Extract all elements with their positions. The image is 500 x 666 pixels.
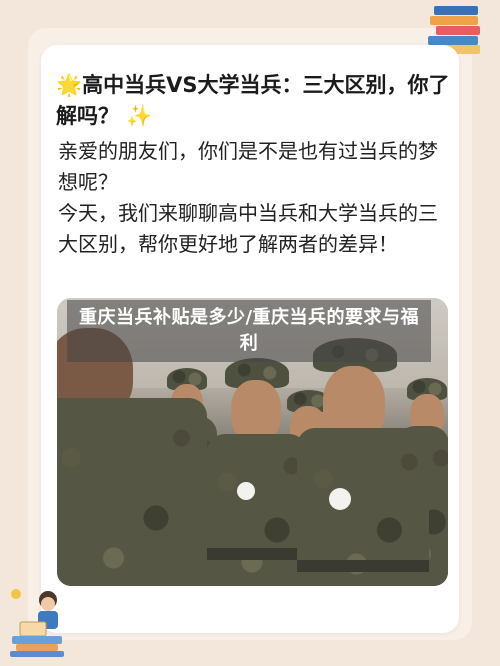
headline: 🌟高中当兵VS大学当兵：三大区别，你了解吗？ ✨ (56, 70, 451, 132)
headline-text: 高中当兵VS大学当兵：三大区别，你了解吗？ (56, 73, 450, 128)
body-text: 亲爱的朋友们，你们是不是也有过当兵的梦想呢？ 今天，我们来聊聊高中当兵和大学当兵… (58, 136, 450, 260)
sparkle-icon: ✨ (126, 104, 153, 128)
paragraph: 今天，我们来聊聊高中当兵和大学当兵的三大区别，帮你更好地了解两者的差异！ (58, 201, 438, 256)
photo-overlay-title: 重庆当兵补贴是多少/重庆当兵的要求与福利 (67, 300, 431, 362)
star-icon: 🌟 (56, 73, 83, 97)
paragraph: 亲爱的朋友们，你们是不是也有过当兵的梦想呢？ (58, 139, 438, 194)
child-reading-icon (10, 589, 64, 657)
